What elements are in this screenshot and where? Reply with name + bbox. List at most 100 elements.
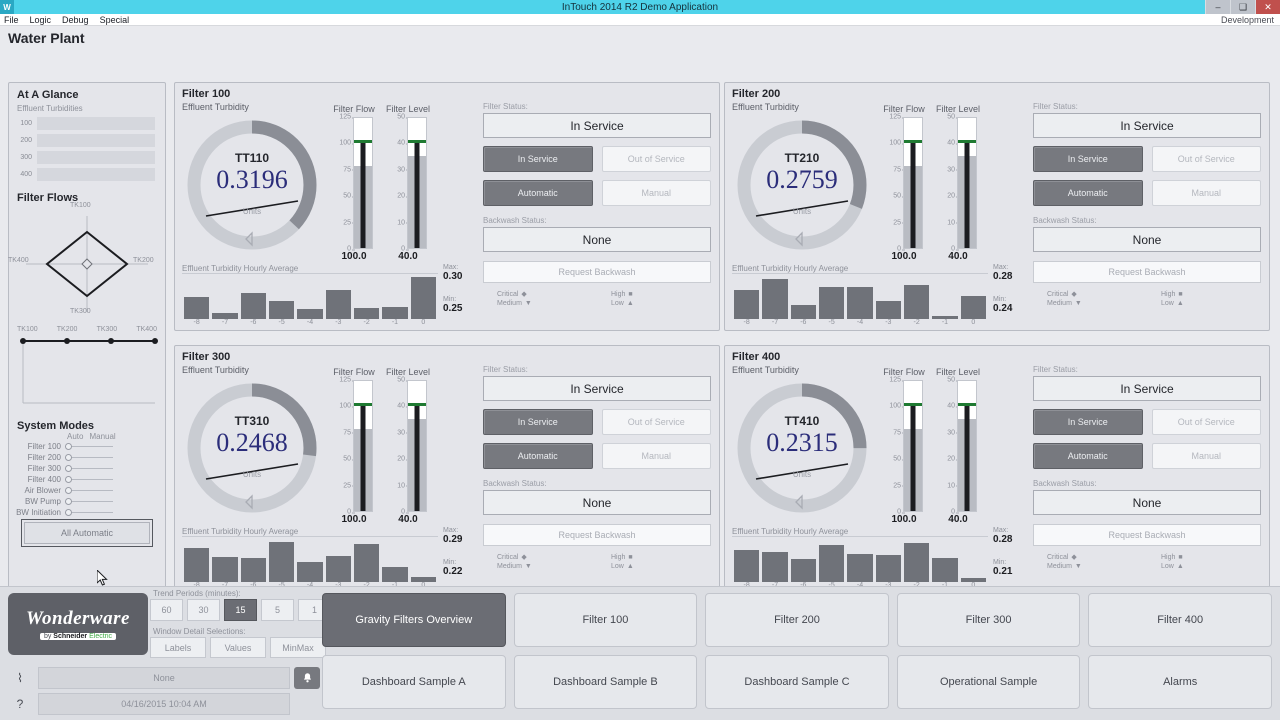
history-bar <box>353 544 380 582</box>
trend-period-buttons: 60 30 15 5 1 <box>150 599 331 621</box>
history-bar <box>353 308 380 319</box>
system-mode-toggle[interactable] <box>65 463 113 474</box>
radar-label-tk100: TK100 <box>70 202 91 209</box>
alarm-legend-label: Critical <box>497 290 519 298</box>
trend-period-button[interactable]: 30 <box>187 599 220 621</box>
bargraph-tube[interactable] <box>407 380 427 512</box>
trend-period-button[interactable]: 15 <box>224 599 257 621</box>
minimize-button[interactable]: – <box>1205 0 1230 14</box>
nav-button[interactable]: Dashboard Sample B <box>513 655 698 709</box>
window-detail-button[interactable]: MinMax <box>270 637 326 658</box>
trend-period-button[interactable]: 60 <box>150 599 183 621</box>
bargraph-value-bar <box>414 142 420 248</box>
window-detail-button[interactable]: Values <box>210 637 266 658</box>
min-value: 0.22 <box>443 566 463 577</box>
manual-button[interactable]: Manual <box>1151 180 1261 206</box>
bargraph-tube[interactable] <box>353 117 373 249</box>
max-label: Max: <box>443 264 459 271</box>
alarm-legend-item: Medium ▼ <box>483 299 597 308</box>
system-mode-toggle[interactable] <box>65 507 113 518</box>
alarm-legend-item: Low ▲ <box>597 562 711 571</box>
in-service-button[interactable]: In Service <box>1033 146 1143 172</box>
alarm-legend-label: High <box>1161 290 1176 298</box>
close-button[interactable]: ✕ <box>1255 0 1280 14</box>
bargraph-tube[interactable] <box>903 380 923 512</box>
request-backwash-button[interactable]: Request Backwash <box>1033 524 1261 546</box>
in-service-button[interactable]: In Service <box>1033 409 1143 435</box>
history-x-label: -1 <box>391 319 399 326</box>
trend-label-tk300: TK300 <box>96 326 118 333</box>
system-mode-toggle[interactable] <box>65 474 113 485</box>
window-detail-button[interactable]: Labels <box>150 637 206 658</box>
out-of-service-button[interactable]: Out of Service <box>1151 146 1261 172</box>
request-backwash-button[interactable]: Request Backwash <box>483 524 711 546</box>
automatic-button[interactable]: Automatic <box>483 180 593 206</box>
toggle-track <box>65 446 113 447</box>
scale-tick: 25 <box>343 482 355 490</box>
menu-special[interactable]: Special <box>100 15 130 25</box>
manual-button[interactable]: Manual <box>601 180 711 206</box>
trend-svg <box>20 338 158 404</box>
toggle-track <box>65 457 113 458</box>
nav-button[interactable]: Alarms <box>1088 655 1272 709</box>
scale-tick: 0 <box>347 508 355 516</box>
trend-icon[interactable]: ⌇ <box>6 667 34 689</box>
automatic-button[interactable]: Automatic <box>483 443 593 469</box>
all-automatic-button[interactable]: All Automatic <box>24 522 150 544</box>
nav-button[interactable]: Filter 300 <box>896 593 1081 647</box>
out-of-service-button[interactable]: Out of Service <box>601 146 711 172</box>
bargraph-setpoint-marker <box>354 403 372 407</box>
system-mode-toggle[interactable] <box>65 441 113 452</box>
help-icon[interactable]: ? <box>6 693 34 715</box>
automatic-button[interactable]: Automatic <box>1033 180 1143 206</box>
filter-level-value: 40.0 <box>398 251 418 262</box>
history-bar <box>382 566 408 582</box>
min-label: Min: <box>443 559 457 566</box>
out-of-service-button[interactable]: Out of Service <box>1151 409 1261 435</box>
gauge-units-label: Units <box>792 207 812 216</box>
manual-button[interactable]: Manual <box>1151 443 1261 469</box>
system-mode-toggle[interactable] <box>65 452 113 463</box>
bargraph-tube[interactable] <box>407 117 427 249</box>
bargraph-value-bar <box>414 405 420 511</box>
bargraph-tube[interactable] <box>957 380 977 512</box>
menu-file[interactable]: File <box>4 15 19 25</box>
nav-button[interactable]: Operational Sample <box>896 655 1081 709</box>
nav-button[interactable]: Gravity Filters Overview <box>322 593 506 647</box>
alarm-low-icon: ▲ <box>1176 563 1184 570</box>
nav-button[interactable]: Dashboard Sample A <box>322 655 506 709</box>
trend-label-tk200: TK200 <box>56 326 78 333</box>
bargraph-body: 125 100 75 50 25 0 <box>885 114 923 253</box>
alarm-message-field[interactable]: None <box>38 667 290 689</box>
menu-logic[interactable]: Logic <box>30 15 52 25</box>
automatic-button[interactable]: Automatic <box>1033 443 1143 469</box>
glance-row-key: 400 <box>20 171 32 178</box>
trend-period-button[interactable]: 5 <box>261 599 294 621</box>
nav-button[interactable]: Filter 200 <box>705 593 889 647</box>
history-bar <box>762 279 788 319</box>
request-backwash-button[interactable]: Request Backwash <box>483 261 711 283</box>
menu-debug[interactable]: Debug <box>62 15 89 25</box>
nav-button[interactable]: Filter 400 <box>1088 593 1272 647</box>
alarm-legend-item: Medium ▼ <box>1033 299 1147 308</box>
trend-label-tk400: TK400 <box>136 326 157 333</box>
system-modes-title: System Modes <box>17 420 95 432</box>
history-bar <box>903 284 930 319</box>
scale-tick: 30 <box>947 429 959 437</box>
in-service-button[interactable]: In Service <box>483 146 593 172</box>
bargraph-tube[interactable] <box>903 117 923 249</box>
alarm-bell-icon[interactable] <box>294 667 320 689</box>
manual-button[interactable]: Manual <box>601 443 711 469</box>
in-service-button[interactable]: In Service <box>483 409 593 435</box>
out-of-service-button[interactable]: Out of Service <box>601 409 711 435</box>
request-backwash-button[interactable]: Request Backwash <box>1033 261 1261 283</box>
bargraph-tube[interactable] <box>353 380 373 512</box>
nav-button[interactable]: Filter 100 <box>513 593 698 647</box>
system-mode-toggle[interactable] <box>65 496 113 507</box>
scale-tick: 0 <box>897 508 905 516</box>
nav-button[interactable]: Dashboard Sample C <box>705 655 889 709</box>
bargraph-tube[interactable] <box>957 117 977 249</box>
maximize-button[interactable]: ❑ <box>1230 0 1255 14</box>
system-mode-toggle[interactable] <box>65 485 113 496</box>
filter-panel: Filter 100 Effluent Turbidity TT110 0.31… <box>174 82 720 331</box>
